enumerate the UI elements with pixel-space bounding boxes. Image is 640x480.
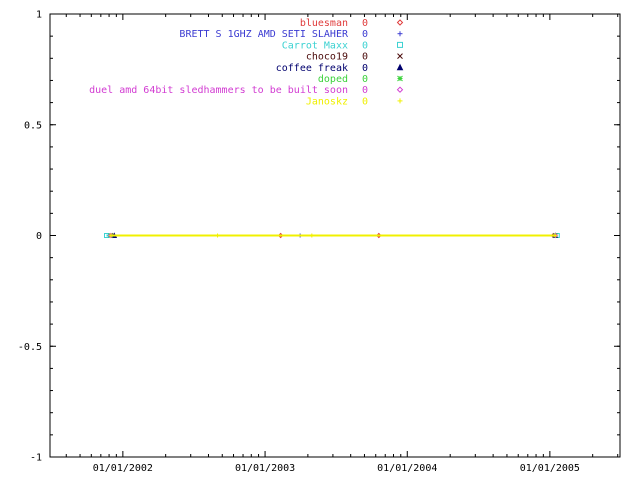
x-tick-label: 01/01/2004 <box>377 463 437 474</box>
series-point <box>397 53 403 59</box>
legend-entry: BRETT S 1GHZ AMD SETI SLAHER 0 <box>179 29 403 40</box>
legend-value: 0 <box>362 63 368 74</box>
y-tick-label: 0.5 <box>24 120 42 131</box>
y-tick-label: 1 <box>36 10 42 21</box>
series-point <box>397 31 403 37</box>
legend-label: choco19 <box>306 52 348 63</box>
legend-entry: bluesman 0 <box>300 18 404 29</box>
legend-value: 0 <box>362 85 368 96</box>
legend-entry: Janoskz 0 <box>306 96 403 107</box>
series-7 <box>108 233 558 238</box>
x-tick-label: 01/01/2002 <box>93 463 153 474</box>
x-tick-label: 01/01/2003 <box>235 463 295 474</box>
series-point <box>397 75 403 82</box>
x-tick-label: 01/01/2005 <box>520 463 580 474</box>
y-tick-label: -1 <box>30 453 42 464</box>
series-point <box>396 63 404 71</box>
legend-entry: Carrot Maxx 0 <box>282 40 403 51</box>
legend-label: doped <box>318 74 348 85</box>
series-point <box>215 233 220 238</box>
legend-entry: doped 0 <box>318 74 403 85</box>
series-point <box>396 19 404 26</box>
series-point <box>397 98 403 104</box>
legend-entry: duel amd 64bit sledhammers to be built s… <box>89 85 404 96</box>
legend-label: Janoskz <box>306 96 348 107</box>
legend-entry: coffee freak 0 <box>276 63 404 74</box>
series-layer <box>103 232 560 239</box>
legend-label: coffee freak <box>276 63 348 74</box>
legend-value: 0 <box>362 74 368 85</box>
y-tick-label: 0 <box>36 231 42 242</box>
series-point <box>396 86 404 93</box>
legend-label: duel amd 64bit sledhammers to be built s… <box>89 85 348 96</box>
chart: 1 0.5 0 -0.5 -1 01/01/2002 01/01/2003 01/01/20… <box>18 10 621 474</box>
legend: bluesman 0BRETT S 1GHZ AMD SETI SLAHER 0Ca… <box>89 18 404 107</box>
legend-label: Carrot Maxx <box>282 40 348 51</box>
legend-value: 0 <box>362 96 368 107</box>
legend-label: bluesman <box>300 18 348 29</box>
legend-value: 0 <box>362 18 368 29</box>
legend-value: 0 <box>362 52 368 63</box>
legend-entry: choco19 0 <box>306 52 403 63</box>
legend-label: BRETT S 1GHZ AMD SETI SLAHER <box>179 29 349 40</box>
series-point <box>397 41 403 48</box>
series-point <box>309 233 314 238</box>
y-tick-label: -0.5 <box>18 342 42 353</box>
legend-value: 0 <box>362 40 368 51</box>
legend-value: 0 <box>362 29 368 40</box>
